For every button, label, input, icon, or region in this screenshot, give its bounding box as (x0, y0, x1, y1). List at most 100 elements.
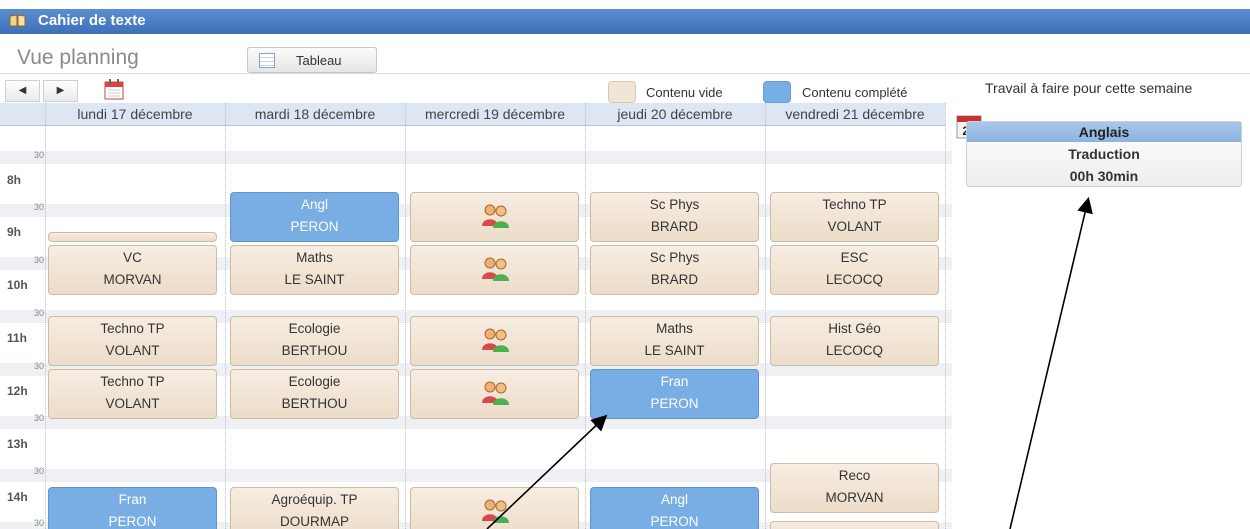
lesson-subject: Sc Phys (649, 197, 700, 212)
legend-done-label: Contenu complété (802, 85, 908, 100)
lesson-vendredi-next[interactable] (770, 521, 939, 529)
lesson-jeudi-scphys-2[interactable]: Sc Phys BRARD (590, 245, 759, 295)
lesson-lundi-techno-1[interactable]: Techno TP VOLANT (48, 316, 217, 366)
lesson-vendredi-reco[interactable]: Reco MORVAN (770, 463, 939, 513)
lesson-jeudi-fran[interactable]: Fran PERON (590, 369, 759, 419)
column-separator (765, 103, 766, 529)
planning-grid: lundi 17 décembre mardi 18 décembre merc… (0, 103, 952, 529)
day-header-jeudi: jeudi 20 décembre (585, 103, 765, 126)
column-separator (225, 103, 226, 529)
lesson-subject: Techno TP (100, 321, 165, 336)
lesson-subject: Maths (296, 250, 333, 265)
view-title: Vue planning (17, 46, 139, 69)
day-header-lundi: lundi 17 décembre (45, 103, 225, 126)
day-header-vendredi: vendredi 21 décembre (765, 103, 945, 126)
people-icon (481, 381, 509, 405)
activity-mercredi-1[interactable] (410, 192, 579, 242)
lesson-subject: Ecologie (288, 321, 341, 336)
lesson-mardi-maths[interactable]: Maths LE SAINT (230, 245, 399, 295)
lesson-teacher: LE SAINT (284, 272, 345, 287)
activity-mercredi-4[interactable] (410, 369, 579, 419)
tableau-button[interactable]: Tableau (247, 47, 377, 73)
lesson-vendredi-esc[interactable]: ESC LECOCQ (770, 245, 939, 295)
time-label: 30 (34, 413, 45, 423)
column-separator (45, 103, 46, 529)
lesson-teacher: PERON (290, 219, 339, 234)
lesson-subject: Hist Géo (828, 321, 881, 336)
time-label: 30 (34, 202, 45, 212)
lesson-vendredi-techno[interactable]: Techno TP VOLANT (770, 192, 939, 242)
tableau-button-label: Tableau (296, 53, 342, 68)
time-label: 30 (34, 466, 45, 476)
lesson-teacher: BERTHOU (281, 396, 348, 411)
activity-mercredi-3[interactable] (410, 316, 579, 366)
time-label: 30 (34, 150, 45, 160)
lesson-teacher: VOLANT (105, 343, 160, 358)
time-label-11h: 11h (7, 331, 28, 345)
lesson-teacher: PERON (650, 514, 699, 529)
people-icon (481, 328, 509, 352)
lesson-lundi-vc[interactable]: VC MORVAN (48, 245, 217, 295)
annotation-arrow-right (1009, 196, 1093, 529)
column-separator (945, 103, 946, 529)
grid-band (0, 151, 952, 164)
lesson-teacher: VOLANT (827, 219, 882, 234)
lesson-jeudi-scphys-1[interactable]: Sc Phys BRARD (590, 192, 759, 242)
homework-duration: 00h 30min (1069, 168, 1139, 184)
lesson-teacher: LECOCQ (825, 272, 883, 287)
lesson-subject: Angl (660, 492, 689, 507)
lesson-subject: VC (123, 250, 142, 265)
lesson-subject: Ecologie (288, 374, 341, 389)
calendar-icon[interactable] (103, 78, 125, 100)
time-label-9h: 9h (7, 225, 22, 239)
homework-task: Traduction (1068, 146, 1140, 162)
lesson-mardi-ecologie-1[interactable]: Ecologie BERTHOU (230, 316, 399, 366)
lesson-subject: Fran (660, 374, 689, 389)
lesson-teacher: BERTHOU (281, 343, 348, 358)
lesson-jeudi-angl[interactable]: Angl PERON (590, 487, 759, 529)
activity-mercredi-5[interactable] (410, 487, 579, 529)
lesson-mardi-ecologie-2[interactable]: Ecologie BERTHOU (230, 369, 399, 419)
time-label: 30 (34, 308, 45, 318)
toolbar-divider (0, 73, 1250, 74)
homework-subject: Anglais (967, 122, 1241, 142)
legend-empty-label: Contenu vide (646, 85, 723, 100)
lesson-teacher: MORVAN (103, 272, 162, 287)
time-label-13h: 13h (7, 437, 28, 451)
time-label-8h: 8h (7, 173, 22, 187)
lesson-subject: Angl (300, 197, 329, 212)
lesson-subject: Maths (656, 321, 693, 336)
lesson-subject: Sc Phys (649, 250, 700, 265)
lesson-lundi-thin[interactable] (48, 232, 217, 242)
lesson-teacher: PERON (650, 396, 699, 411)
book-icon (9, 14, 26, 27)
legend-empty-swatch (608, 81, 636, 103)
lesson-lundi-fran[interactable]: Fran PERON (48, 487, 217, 529)
time-label-10h: 10h (7, 278, 28, 292)
next-week-button[interactable]: ▶ (43, 80, 78, 102)
lesson-subject: Agroéquip. TP (271, 492, 358, 507)
time-label: 30 (34, 361, 45, 371)
people-icon (481, 257, 509, 281)
prev-week-button[interactable]: ◀ (5, 80, 40, 102)
lesson-mardi-agroequip[interactable]: Agroéquip. TP DOURMAP (230, 487, 399, 529)
lesson-subject: ESC (840, 250, 869, 265)
app-window: Cahier de texte Vue planning Tableau ◀ ▶… (0, 0, 1250, 529)
day-header-mercredi: mercredi 19 décembre (405, 103, 585, 126)
lesson-subject: Techno TP (822, 197, 887, 212)
lesson-vendredi-histgeo[interactable]: Hist Géo LECOCQ (770, 316, 939, 366)
time-label-12h: 12h (7, 384, 28, 398)
lesson-jeudi-maths[interactable]: Maths LE SAINT (590, 316, 759, 366)
homework-card[interactable]: Anglais Traduction 00h 30min (966, 121, 1242, 187)
legend-done-swatch (763, 81, 791, 103)
lesson-teacher: LE SAINT (644, 343, 705, 358)
lesson-lundi-techno-2[interactable]: Techno TP VOLANT (48, 369, 217, 419)
lesson-teacher: BRARD (650, 272, 699, 287)
column-separator (405, 103, 406, 529)
lesson-mardi-angl[interactable]: Angl PERON (230, 192, 399, 242)
title-bar: Cahier de texte (0, 0, 1250, 34)
activity-mercredi-2[interactable] (410, 245, 579, 295)
time-label-14h: 14h (7, 490, 28, 504)
people-icon (481, 204, 509, 228)
window-title: Cahier de texte (38, 12, 146, 29)
